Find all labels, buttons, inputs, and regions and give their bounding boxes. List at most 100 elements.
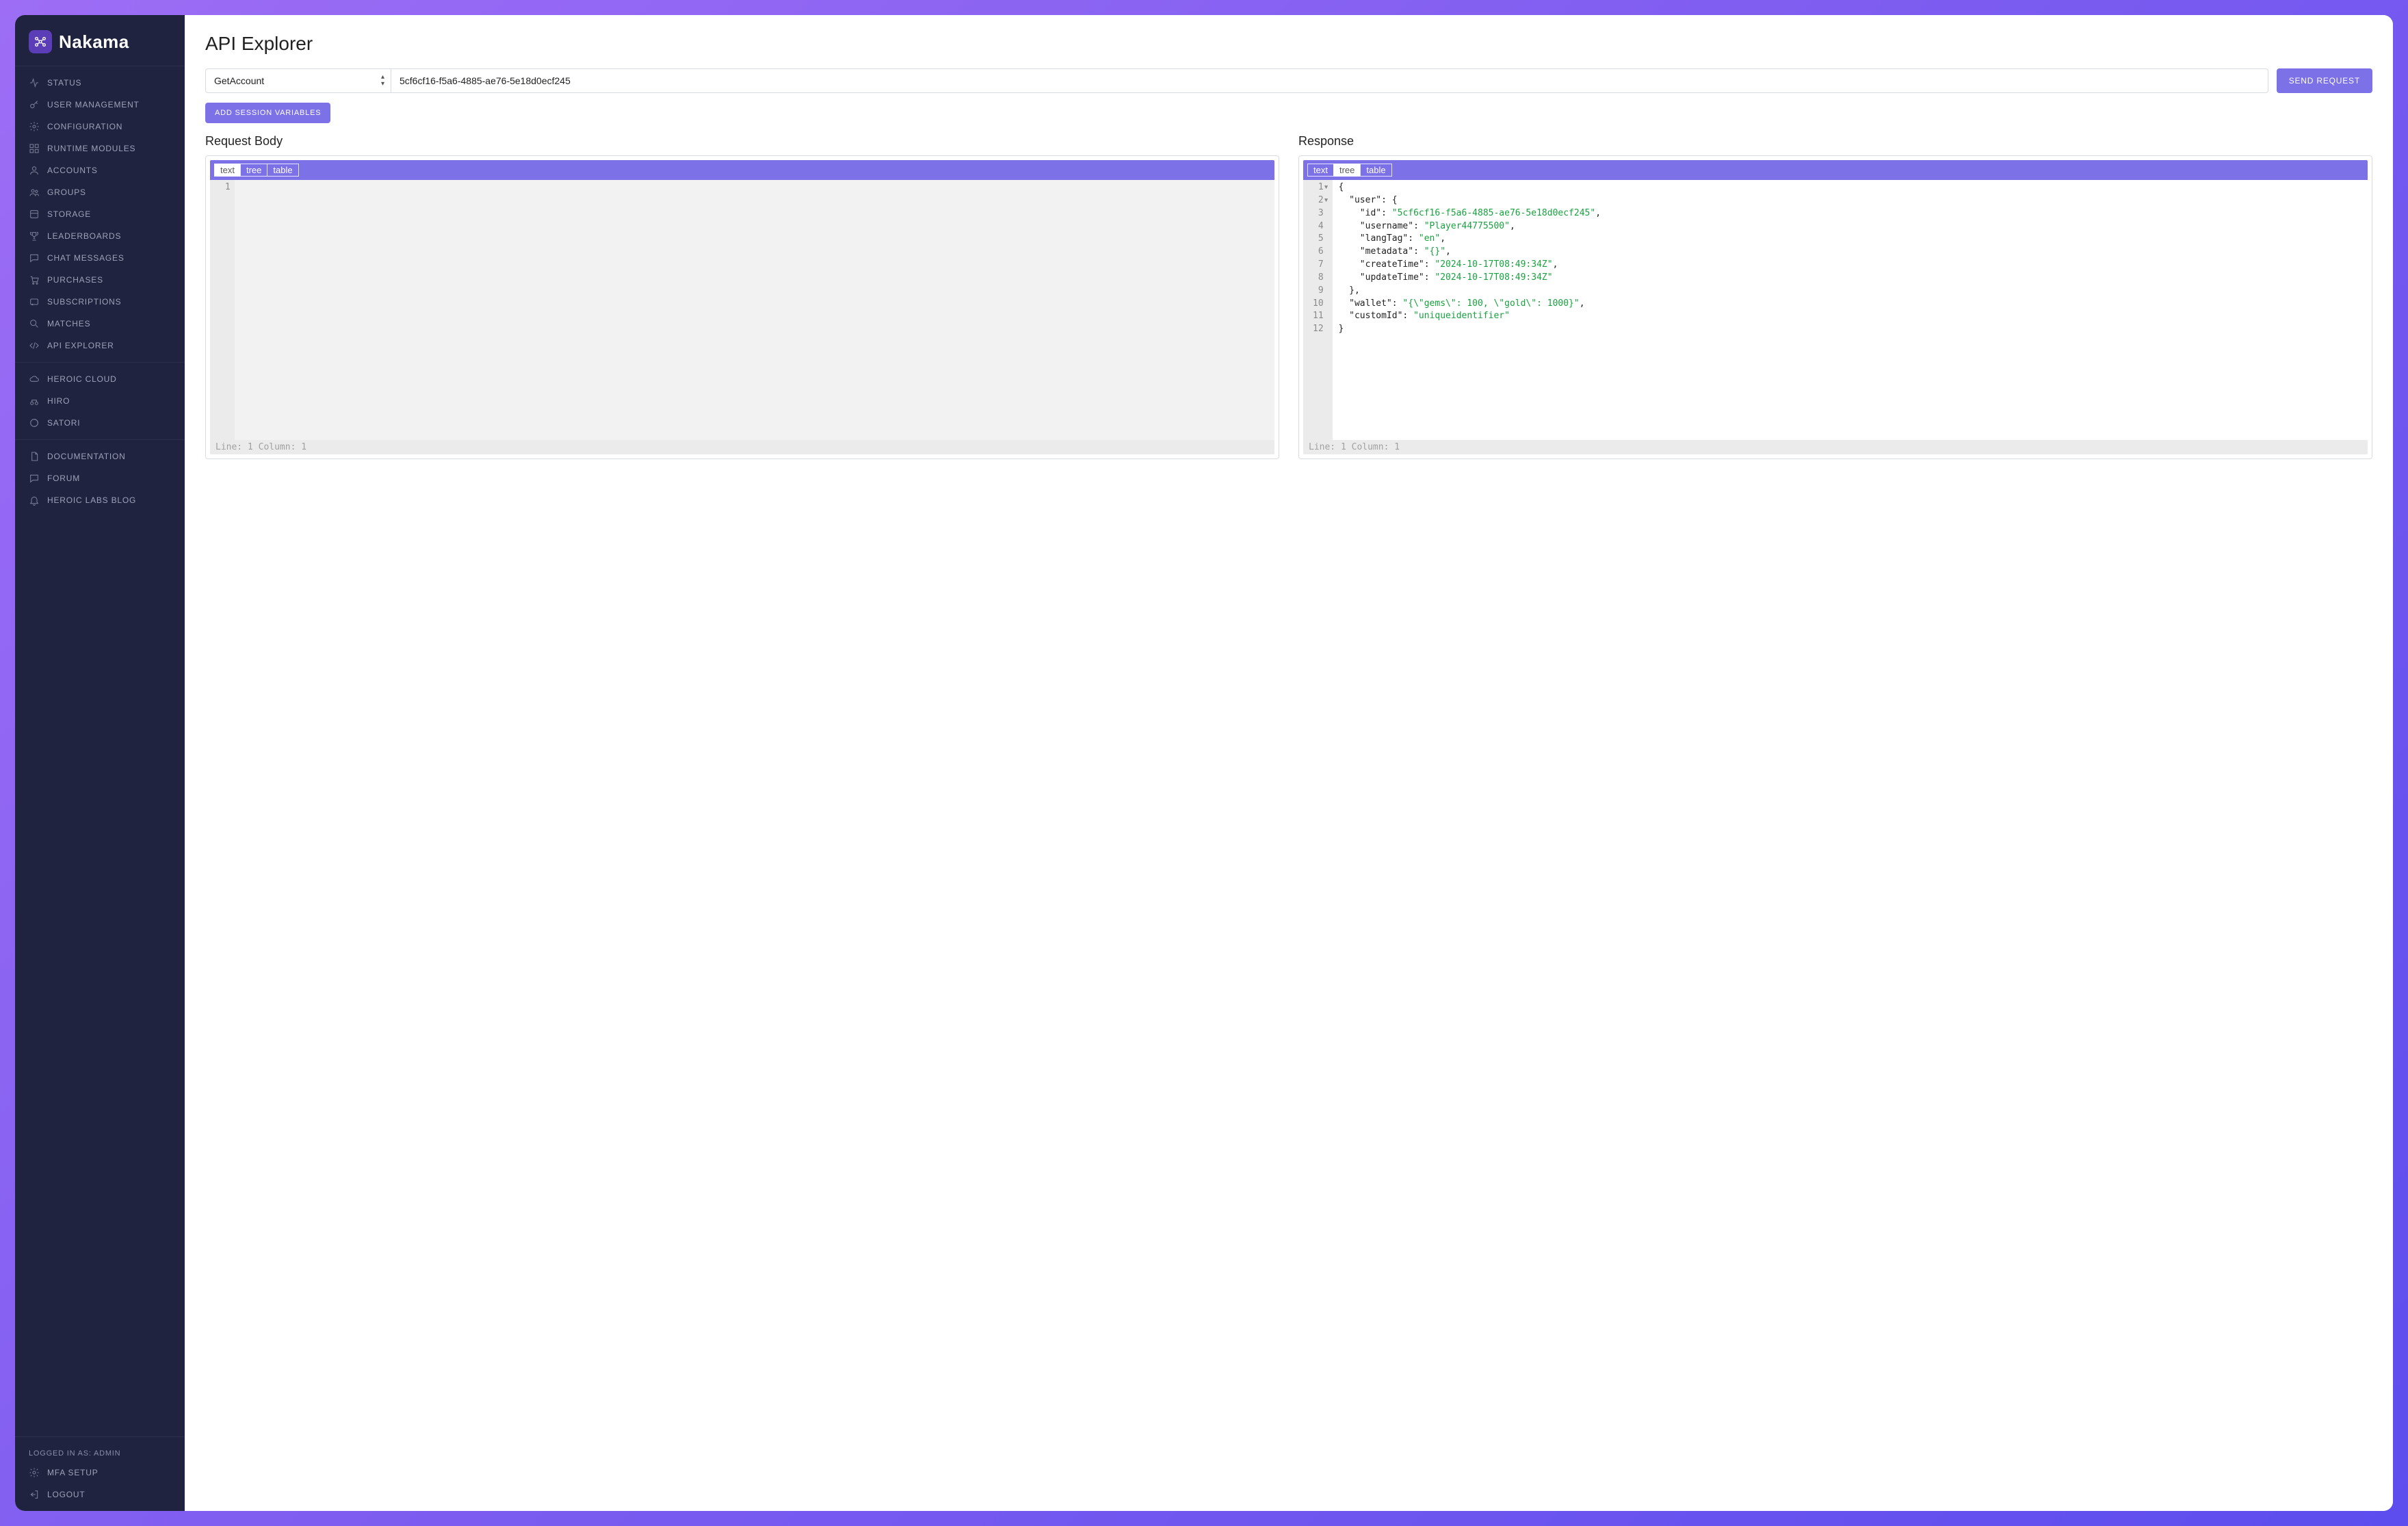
request-status: Line: 1 Column: 1: [210, 440, 1274, 454]
nav-section-main: Status User Management Configuration Run…: [15, 66, 185, 362]
sidebar-item-status[interactable]: Status: [15, 72, 185, 94]
code-icon: [29, 340, 40, 351]
controls-row: GetAccount ▴▾ Send Request: [205, 68, 2372, 93]
response-title: Response: [1298, 134, 2372, 148]
cart-icon: [29, 274, 40, 285]
response-gutter: 1▾ 2▾ 3 4 5 6 7 8 9 10 11 12: [1303, 180, 1333, 440]
subscription-icon: [29, 296, 40, 307]
nav-section-external: Heroic Cloud Hiro Satori: [15, 362, 185, 439]
sidebar-item-label: MFA Setup: [47, 1468, 99, 1477]
sidebar-item-accounts[interactable]: Accounts: [15, 159, 185, 181]
sidebar-item-label: Accounts: [47, 166, 98, 175]
gear-icon: [29, 121, 40, 132]
endpoint-select-wrap: GetAccount ▴▾: [205, 68, 391, 93]
request-gutter: 1: [210, 180, 235, 440]
tab-table[interactable]: table: [267, 164, 298, 177]
send-request-button[interactable]: Send Request: [2277, 68, 2372, 93]
user-id-input[interactable]: [391, 68, 2268, 93]
key-icon: [29, 99, 40, 110]
sidebar-item-label: Heroic Cloud: [47, 374, 117, 384]
response-editor: text tree table 1▾ 2▾ 3 4 5 6 7 8 9 10 1…: [1298, 155, 2372, 459]
logged-in-label: Logged in as: admin: [15, 1443, 185, 1462]
gear-icon: [29, 1467, 40, 1478]
modules-icon: [29, 143, 40, 154]
request-editor-body[interactable]: 1: [210, 180, 1274, 440]
main-content: API Explorer GetAccount ▴▾ Send Request …: [185, 15, 2393, 1511]
sidebar-item-forum[interactable]: Forum: [15, 467, 185, 489]
storage-icon: [29, 209, 40, 220]
sidebar-item-label: Runtime Modules: [47, 144, 135, 153]
sidebar-item-label: Forum: [47, 474, 80, 483]
request-editor: text tree table 1 Line: 1 Column: 1: [205, 155, 1279, 459]
sidebar-item-documentation[interactable]: Documentation: [15, 445, 185, 467]
request-editor-tabs: text tree table: [210, 160, 1274, 180]
sidebar-item-label: Configuration: [47, 122, 122, 131]
request-code[interactable]: [235, 180, 1274, 440]
sidebar-item-subscriptions[interactable]: Subscriptions: [15, 291, 185, 313]
tab-table[interactable]: table: [1360, 164, 1391, 177]
sidebar-item-purchases[interactable]: Purchases: [15, 269, 185, 291]
page-title: API Explorer: [205, 33, 2372, 55]
endpoint-select[interactable]: GetAccount: [205, 68, 391, 93]
sidebar-item-storage[interactable]: Storage: [15, 203, 185, 225]
sidebar-item-label: Matches: [47, 319, 90, 328]
tab-text[interactable]: text: [214, 164, 240, 177]
sidebar-item-label: Documentation: [47, 452, 126, 461]
sidebar: Nakama Status User Management Configurat…: [15, 15, 185, 1511]
tab-text[interactable]: text: [1307, 164, 1333, 177]
sidebar-item-label: Satori: [47, 418, 80, 428]
document-icon: [29, 451, 40, 462]
sidebar-item-heroic-cloud[interactable]: Heroic Cloud: [15, 368, 185, 390]
sidebar-item-label: Purchases: [47, 275, 103, 285]
trophy-icon: [29, 231, 40, 242]
search-icon: [29, 318, 40, 329]
sidebar-item-label: Logout: [47, 1490, 85, 1499]
sidebar-item-configuration[interactable]: Configuration: [15, 116, 185, 138]
sidebar-item-runtime-modules[interactable]: Runtime Modules: [15, 138, 185, 159]
sidebar-item-blog[interactable]: Heroic Labs Blog: [15, 489, 185, 511]
sidebar-item-satori[interactable]: Satori: [15, 412, 185, 434]
cloud-icon: [29, 374, 40, 385]
add-session-variables-button[interactable]: Add Session Variables: [205, 103, 330, 123]
request-title: Request Body: [205, 134, 1279, 148]
brand-name: Nakama: [59, 31, 129, 53]
nav-section-account: Logged in as: admin MFA Setup Logout: [15, 1436, 185, 1511]
sidebar-item-hiro[interactable]: Hiro: [15, 390, 185, 412]
sidebar-item-api-explorer[interactable]: API Explorer: [15, 335, 185, 357]
response-editor-tabs: text tree table: [1303, 160, 2368, 180]
bell-icon: [29, 495, 40, 506]
sidebar-item-chat-messages[interactable]: Chat Messages: [15, 247, 185, 269]
tab-tree[interactable]: tree: [240, 164, 267, 177]
satori-icon: [29, 417, 40, 428]
person-icon: [29, 165, 40, 176]
sidebar-item-logout[interactable]: Logout: [15, 1484, 185, 1505]
sidebar-item-label: Heroic Labs Blog: [47, 495, 136, 505]
response-editor-body[interactable]: 1▾ 2▾ 3 4 5 6 7 8 9 10 11 12 { "user": {…: [1303, 180, 2368, 440]
sidebar-item-label: Storage: [47, 209, 91, 219]
sidebar-item-matches[interactable]: Matches: [15, 313, 185, 335]
people-icon: [29, 187, 40, 198]
request-panel: Request Body text tree table 1 Line: 1 C…: [205, 134, 1279, 459]
sidebar-item-label: Chat Messages: [47, 253, 125, 263]
sidebar-item-leaderboards[interactable]: Leaderboards: [15, 225, 185, 247]
response-panel: Response text tree table 1▾ 2▾ 3 4 5 6 7…: [1298, 134, 2372, 459]
sidebar-item-user-management[interactable]: User Management: [15, 94, 185, 116]
response-code[interactable]: { "user": { "id": "5cf6cf16-f5a6-4885-ae…: [1333, 180, 2368, 440]
app-window: Nakama Status User Management Configurat…: [15, 15, 2393, 1511]
response-status: Line: 1 Column: 1: [1303, 440, 2368, 454]
sidebar-item-groups[interactable]: Groups: [15, 181, 185, 203]
logout-icon: [29, 1489, 40, 1500]
sidebar-item-label: Hiro: [47, 396, 70, 406]
chat-icon: [29, 253, 40, 263]
activity-icon: [29, 77, 40, 88]
sidebar-item-label: Leaderboards: [47, 231, 121, 241]
hiro-icon: [29, 396, 40, 406]
tab-tree[interactable]: tree: [1333, 164, 1360, 177]
sidebar-item-label: API Explorer: [47, 341, 114, 350]
add-vars-row: Add Session Variables: [205, 103, 2372, 123]
brand: Nakama: [15, 15, 185, 66]
panels: Request Body text tree table 1 Line: 1 C…: [205, 134, 2372, 459]
sidebar-item-label: Status: [47, 78, 81, 88]
sidebar-item-label: Subscriptions: [47, 297, 121, 307]
sidebar-item-mfa-setup[interactable]: MFA Setup: [15, 1462, 185, 1484]
